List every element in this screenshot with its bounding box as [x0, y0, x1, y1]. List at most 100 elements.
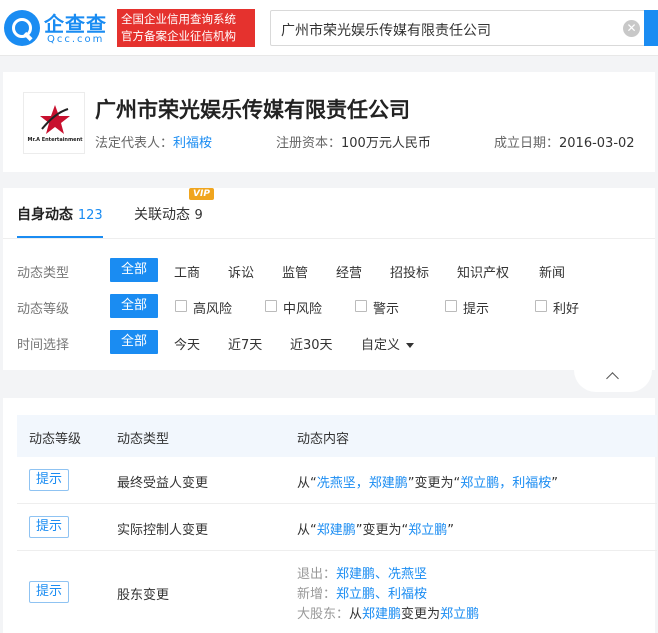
row-content-major: 大股东：从郑建鹏变更为郑立鹏 — [297, 603, 479, 622]
search-button[interactable] — [644, 10, 658, 46]
content-text: ” — [551, 476, 559, 491]
filter-type-ip[interactable]: 知识产权 — [457, 262, 509, 281]
filter-time-7days[interactable]: 近7天 — [228, 334, 262, 353]
filter-panel: 自身动态 123 关联动态 9 VIP 动态类型 全部 工商 诉讼 监管 经营 … — [3, 188, 655, 370]
person-link[interactable]: 郑建鹏 — [362, 607, 401, 622]
level-notice-label: 提示 — [463, 302, 490, 317]
filter-type-supervision[interactable]: 监管 — [282, 262, 308, 281]
checkbox-positive[interactable] — [535, 300, 547, 312]
legal-representative: 法定代表人：利福桉 — [95, 132, 212, 151]
chevron-up-icon — [606, 372, 619, 385]
person-link[interactable]: 郑建鹏、冼燕坚 — [336, 567, 427, 582]
major-label: 大股东： — [297, 607, 350, 622]
add-label: 新增： — [297, 587, 337, 602]
dynamics-table: 动态等级 动态类型 动态内容 提示 最终受益人变更 从“冼燕坚，郑建鹏”变更为“… — [3, 398, 657, 633]
filter-time-custom[interactable]: 自定义 — [361, 334, 415, 353]
person-link[interactable]: 郑立鹏、利福桉 — [336, 587, 427, 602]
tab-self-label: 自身动态 — [17, 207, 73, 223]
tab-related-count: 9 — [194, 208, 203, 223]
checkbox-high-risk[interactable] — [175, 300, 187, 312]
checkbox-notice[interactable] — [445, 300, 457, 312]
level-badge: 提示 — [29, 469, 70, 491]
magnifier-logo-icon — [4, 10, 40, 46]
table-row: 提示 实际控制人变更 从“郑建鹏”变更为“郑立鹏” — [17, 504, 657, 551]
tab-self-dynamics[interactable]: 自身动态 123 — [17, 204, 103, 224]
vip-badge: VIP — [189, 188, 214, 200]
filter-type-label: 动态类型 — [17, 266, 70, 281]
founded-date: 成立日期：2016-03-02 — [494, 132, 635, 151]
search-input-value: 广州市荣光娱乐传媒有限责任公司 — [281, 23, 491, 39]
person-link[interactable]: 郑立鹏 — [440, 607, 479, 622]
filter-time-all[interactable]: 全部 — [110, 330, 158, 354]
filter-time-label: 时间选择 — [17, 338, 70, 353]
filter-time-30days[interactable]: 近30天 — [290, 334, 333, 353]
table-row: 提示 股东变更 退出：郑建鹏、冼燕坚 新增：郑立鹏、利福桉 大股东：从郑建鹏变更… — [17, 551, 657, 633]
slogan-banner: 全国企业信用查询系统 官方备案企业征信机构 — [117, 9, 255, 47]
top-header: 企查查 Qcc.com 全国企业信用查询系统 官方备案企业征信机构 广州市荣光娱… — [0, 0, 658, 56]
filter-type-business[interactable]: 工商 — [174, 262, 200, 281]
legal-rep-link[interactable]: 利福桉 — [173, 136, 212, 151]
company-logo-text: Mr.A Entertainment — [27, 137, 83, 143]
capital-label: 注册资本： — [276, 136, 342, 151]
level-warning-label: 警示 — [373, 302, 400, 317]
caret-down-icon — [406, 343, 415, 348]
table-row: 提示 最终受益人变更 从“冼燕坚，郑建鹏”变更为“郑立鹏，利福桉” — [17, 457, 657, 504]
content-text: 从“ — [297, 523, 317, 538]
slogan-line-2: 官方备案企业征信机构 — [121, 29, 236, 43]
star-logo-icon — [40, 105, 70, 134]
company-name: 广州市荣光娱乐传媒有限责任公司 — [95, 98, 410, 122]
row-content: 从“冼燕坚，郑建鹏”变更为“郑立鹏，利福桉” — [297, 472, 558, 491]
exit-label: 退出： — [297, 567, 337, 582]
person-link[interactable]: 郑立鹏 — [408, 523, 447, 538]
logo-text-cn: 企查查 — [44, 12, 107, 36]
tab-related-label: 关联动态 — [134, 207, 190, 223]
tab-divider — [3, 238, 655, 239]
filter-type-news[interactable]: 新闻 — [539, 262, 565, 281]
qcc-logo[interactable]: 企查查 Qcc.com — [4, 8, 112, 48]
filter-time-today[interactable]: 今天 — [174, 334, 200, 353]
level-badge: 提示 — [29, 581, 70, 603]
legal-rep-label: 法定代表人： — [95, 136, 174, 151]
content-text: 变更为 — [401, 607, 441, 622]
founded-label: 成立日期： — [494, 136, 560, 151]
row-type: 最终受益人变更 — [117, 476, 209, 491]
collapse-filters-toggle[interactable] — [574, 370, 652, 392]
checkbox-warning[interactable] — [355, 300, 367, 312]
slogan-line-1: 全国企业信用查询系统 — [121, 12, 236, 26]
registered-capital: 注册资本：100万元人民币 — [276, 132, 431, 151]
header-type: 动态类型 — [117, 432, 170, 447]
level-mid-risk-label: 中风险 — [283, 302, 323, 317]
row-type: 实际控制人变更 — [117, 523, 209, 538]
content-text: 从“ — [297, 476, 317, 491]
filter-level-label: 动态等级 — [17, 302, 70, 317]
company-logo: Mr.A Entertainment — [23, 92, 85, 154]
row-content-exit: 退出：郑建鹏、冼燕坚 — [297, 563, 427, 582]
person-link[interactable]: 冼燕坚，郑建鹏 — [317, 476, 408, 491]
clear-icon[interactable]: ✕ — [623, 20, 640, 37]
content-text: 从 — [349, 607, 363, 622]
row-content: 从“郑建鹏”变更为“郑立鹏” — [297, 519, 454, 538]
tab-related-dynamics[interactable]: 关联动态 9 — [134, 204, 203, 224]
header-content: 动态内容 — [297, 432, 350, 447]
table-header: 动态等级 动态类型 动态内容 — [17, 415, 657, 457]
person-link[interactable]: 郑立鹏，利福桉 — [460, 476, 551, 491]
person-link[interactable]: 郑建鹏 — [317, 523, 356, 538]
row-content-add: 新增：郑立鹏、利福桉 — [297, 583, 427, 602]
search-input[interactable]: 广州市荣光娱乐传媒有限责任公司 ✕ — [270, 10, 648, 46]
filter-type-all[interactable]: 全部 — [110, 258, 158, 282]
logo-text-en: Qcc.com — [47, 34, 105, 45]
filter-type-litigation[interactable]: 诉讼 — [228, 262, 254, 281]
filter-time-custom-label: 自定义 — [361, 338, 401, 353]
filter-type-operation[interactable]: 经营 — [336, 262, 362, 281]
level-badge: 提示 — [29, 516, 70, 538]
level-high-risk-label: 高风险 — [193, 302, 233, 317]
capital-value: 100万元人民币 — [341, 136, 431, 151]
content-text: ”变更为“ — [407, 476, 461, 491]
content-text: ” — [447, 523, 455, 538]
row-type: 股东变更 — [117, 588, 170, 603]
header-level: 动态等级 — [29, 432, 82, 447]
filter-level-all[interactable]: 全部 — [110, 294, 158, 318]
checkbox-mid-risk[interactable] — [265, 300, 277, 312]
filter-type-bidding[interactable]: 招投标 — [390, 262, 429, 281]
tab-self-count: 123 — [77, 208, 103, 223]
